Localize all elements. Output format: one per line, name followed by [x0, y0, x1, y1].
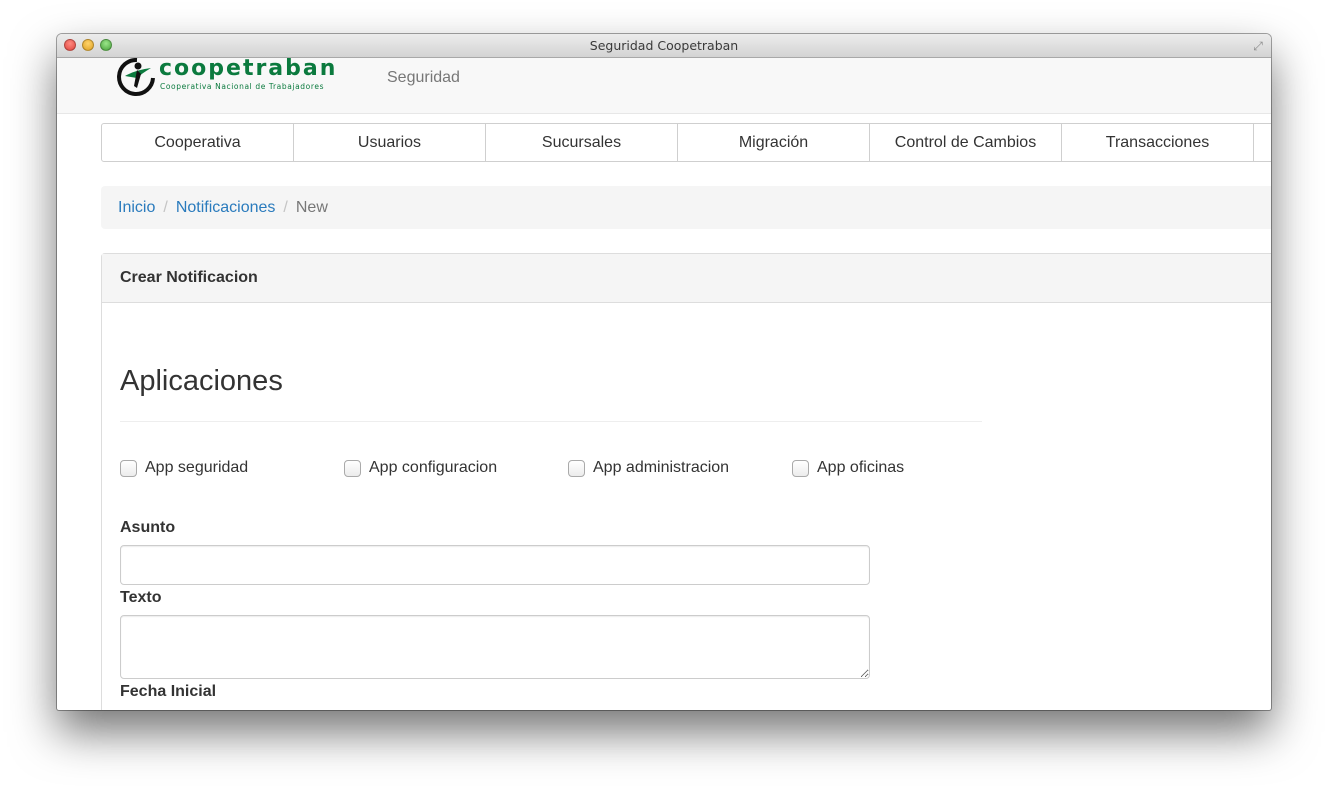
- page-content: coopetraban Cooperativa Nacional de Trab…: [57, 58, 1271, 710]
- breadcrumb-link-notificaciones[interactable]: Notificaciones: [176, 199, 276, 217]
- menu-item-sucursales[interactable]: Sucursales: [485, 123, 678, 162]
- breadcrumb-separator: /: [283, 198, 288, 216]
- browser-window: Seguridad Coopetraban ⤢ coopetraban Coop…: [57, 34, 1271, 710]
- menu-item-control-de-cambios[interactable]: Control de Cambios: [869, 123, 1062, 162]
- checkbox-app-administracion[interactable]: App administracion: [568, 459, 792, 477]
- checkbox-box[interactable]: [120, 459, 137, 477]
- applications-checkbox-group: App seguridad App configuracion App admi…: [120, 459, 1016, 477]
- top-navbar: coopetraban Cooperativa Nacional de Trab…: [57, 58, 1271, 114]
- logo-wordmark: coopetraban: [159, 58, 338, 81]
- section-divider: [120, 421, 982, 422]
- texto-textarea[interactable]: [120, 615, 870, 679]
- breadcrumb-separator: /: [163, 198, 168, 216]
- menu-item-usuarios[interactable]: Usuarios: [293, 123, 486, 162]
- menu-item-overflow[interactable]: [1253, 123, 1271, 162]
- checkbox-label: App oficinas: [817, 459, 905, 476]
- breadcrumb-current: New: [295, 198, 328, 216]
- create-notification-panel: Crear Notificacion Aplicaciones App segu…: [101, 253, 1271, 710]
- fullscreen-icon[interactable]: ⤢: [1251, 39, 1265, 53]
- checkbox-app-seguridad[interactable]: App seguridad: [120, 459, 344, 477]
- fecha-inicial-label: Fecha Inicial: [120, 683, 217, 700]
- app-brand[interactable]: Seguridad: [387, 69, 460, 87]
- checkbox-box[interactable]: [344, 459, 361, 477]
- close-window-button[interactable]: [64, 39, 76, 51]
- asunto-input[interactable]: [120, 545, 870, 585]
- minimize-window-button[interactable]: [82, 39, 94, 51]
- logo-emblem-icon: [117, 58, 155, 96]
- checkbox-label: App configuracion: [369, 459, 498, 476]
- checkbox-label: App seguridad: [145, 459, 249, 476]
- main-menu: Cooperativa Usuarios Sucursales Migració…: [101, 123, 1271, 162]
- texto-label: Texto: [120, 589, 162, 606]
- section-title: Aplicaciones: [120, 365, 283, 397]
- checkbox-label: App administracion: [593, 459, 730, 476]
- menu-item-migracion[interactable]: Migración: [677, 123, 870, 162]
- checkbox-app-oficinas[interactable]: App oficinas: [792, 459, 1016, 477]
- breadcrumb-link-inicio[interactable]: Inicio: [118, 199, 155, 217]
- coopetraban-logo[interactable]: coopetraban Cooperativa Nacional de Trab…: [117, 58, 353, 98]
- title-bar: Seguridad Coopetraban ⤢: [57, 34, 1271, 58]
- asunto-label: Asunto: [120, 519, 176, 536]
- breadcrumb: Inicio / Notificaciones / New: [101, 186, 1271, 229]
- checkbox-app-configuracion[interactable]: App configuracion: [344, 459, 568, 477]
- checkbox-box[interactable]: [792, 459, 809, 477]
- menu-item-cooperativa[interactable]: Cooperativa: [101, 123, 294, 162]
- panel-heading: Crear Notificacion: [102, 254, 1271, 303]
- menu-item-transacciones[interactable]: Transacciones: [1061, 123, 1254, 162]
- checkbox-box[interactable]: [568, 459, 585, 477]
- logo-subtitle: Cooperativa Nacional de Trabajadores: [160, 82, 325, 91]
- window-title: Seguridad Coopetraban: [589, 38, 739, 53]
- zoom-window-button[interactable]: [100, 39, 112, 51]
- window-controls: [64, 39, 112, 51]
